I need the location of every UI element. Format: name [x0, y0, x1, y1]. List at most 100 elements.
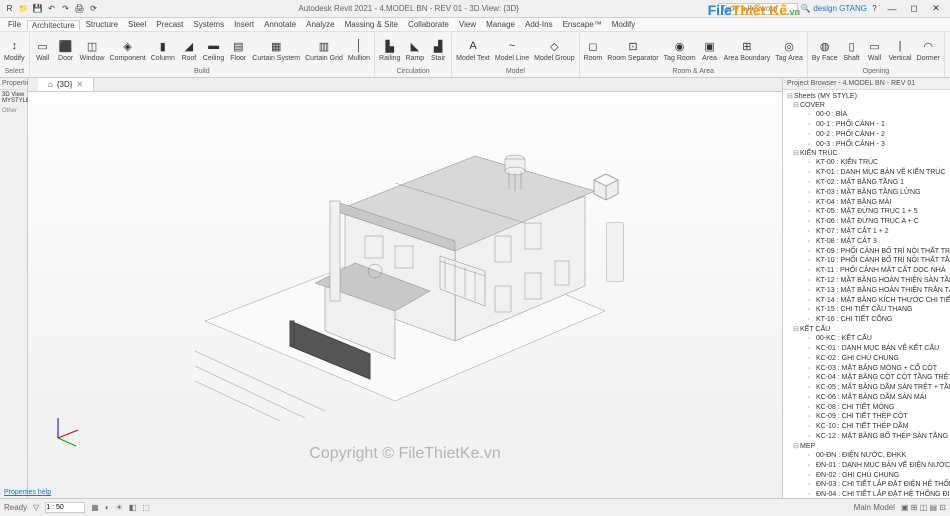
- wall-button[interactable]: ▭Wall: [864, 37, 886, 63]
- tree-node[interactable]: ▫00-0 : BÌA: [783, 110, 950, 120]
- tree-node[interactable]: ▫00-KC : KẾT CẤU: [783, 334, 950, 344]
- visual-style-icon[interactable]: ◐: [105, 503, 110, 512]
- save-icon[interactable]: 💾: [32, 3, 43, 14]
- expand-icon[interactable]: ⊟: [787, 92, 794, 101]
- tree-node[interactable]: ▫KT-05 : MẶT ĐỨNG TRỤC 1 + 5: [783, 207, 950, 217]
- tab-structure[interactable]: Structure: [82, 20, 122, 29]
- curtain-system-button[interactable]: ▦Curtain System: [250, 37, 302, 63]
- tree-node[interactable]: ▫KC-10 : CHI TIẾT THÉP DẦM: [783, 422, 950, 432]
- tab-steel[interactable]: Steel: [124, 20, 150, 29]
- roof-button[interactable]: ◢Roof: [178, 37, 200, 63]
- window-button[interactable]: ◫Window: [78, 37, 107, 63]
- tree-node[interactable]: ▫KC-02 : GHI CHÚ CHUNG: [783, 354, 950, 364]
- room-separator-button[interactable]: ⊡Room Separator: [605, 37, 660, 63]
- tree-node[interactable]: ⊟MEP: [783, 442, 950, 451]
- revit-icon[interactable]: R: [4, 3, 15, 14]
- expand-icon[interactable]: ⊟: [793, 325, 800, 334]
- tree-node[interactable]: ▫KT-00 : KIẾN TRÚC: [783, 158, 950, 168]
- tag-room-button[interactable]: ◉Tag Room: [662, 37, 698, 63]
- close-icon[interactable]: ✕: [926, 2, 946, 16]
- tree-node[interactable]: ⊟COVER: [783, 101, 950, 110]
- filter-icon[interactable]: ▽: [33, 503, 39, 512]
- tree-node[interactable]: ▫KT-12 : MẶT BẰNG HOÀN THIỆN SÀN TẦNG 1 …: [783, 276, 950, 286]
- tree-node[interactable]: ▫KC-12 : MẶT BẰNG BỐ THÉP SÀN TẦNG LỬNG …: [783, 432, 950, 442]
- sun-path-icon[interactable]: ☀: [116, 503, 123, 512]
- tree-node[interactable]: ▫KT-06 : MẶT ĐỨNG TRỤC A + C: [783, 217, 950, 227]
- tree-node[interactable]: ▫KC-01 : DANH MỤC BẢN VẼ KẾT CẤU: [783, 344, 950, 354]
- maximize-icon[interactable]: ◻: [904, 2, 924, 16]
- workset-dropdown[interactable]: Main Model: [854, 503, 895, 512]
- tab-modify[interactable]: Modify: [608, 20, 640, 29]
- vertical-button[interactable]: |Vertical: [887, 37, 914, 63]
- tree-node[interactable]: ▫00-1 : PHỐI CẢNH - 1: [783, 120, 950, 130]
- crop-icon[interactable]: ⬚: [142, 503, 150, 512]
- undo-icon[interactable]: ↶: [46, 3, 57, 14]
- 3d-viewport[interactable]: Copyright © FileThietKe.vn: [28, 92, 782, 498]
- tree-node[interactable]: ▫KC-03 : MẶT BẰNG MÓNG + CỔ CỘT: [783, 364, 950, 374]
- tab-manage[interactable]: Manage: [482, 20, 519, 29]
- tag-area-button[interactable]: ◎Tag Area: [773, 37, 805, 63]
- project-browser-tree[interactable]: ⊟Sheets (MY STYLE)⊟COVER▫00-0 : BÌA▫00-1…: [783, 90, 950, 498]
- modify-button[interactable]: ↕Modify: [2, 37, 27, 63]
- shaft-button[interactable]: ▯Shaft: [841, 37, 863, 63]
- properties-help-link[interactable]: Properties help: [4, 489, 51, 496]
- tab-architecture[interactable]: Architecture: [27, 20, 80, 30]
- model-line-button[interactable]: ~Model Line: [493, 37, 531, 63]
- wall-button[interactable]: ▭Wall: [32, 37, 54, 63]
- view-tab-3d[interactable]: ⌂ {3D} ✕: [38, 78, 94, 91]
- search-icon[interactable]: 🔍: [800, 3, 811, 14]
- tab-massing-site[interactable]: Massing & Site: [341, 20, 402, 29]
- tab-view[interactable]: View: [455, 20, 480, 29]
- area-boundary-button[interactable]: ⊞Area Boundary: [722, 37, 773, 63]
- tree-node[interactable]: ▫KT-03 : MẶT BẰNG TẦNG LỬNG: [783, 188, 950, 198]
- mullion-button[interactable]: │Mullion: [346, 37, 372, 63]
- tree-node[interactable]: ▫00-3 : PHỐI CẢNH - 3: [783, 140, 950, 150]
- tree-node[interactable]: ▫KT-01 : DANH MỤC BẢN VẼ KIẾN TRÚC: [783, 168, 950, 178]
- tree-node[interactable]: ▫KT-11 : PHỐI CẢNH MẶT CẮT DỌC NHÀ: [783, 266, 950, 276]
- tree-node[interactable]: ▫ĐN-02 : GHI CHÚ CHUNG: [783, 471, 950, 481]
- tree-node[interactable]: ▫KC-06 : MẶT BẰNG DẦM SÀN MÁI: [783, 393, 950, 403]
- tree-node[interactable]: ⊟KIẾN TRÚC: [783, 149, 950, 158]
- open-icon[interactable]: 📁: [18, 3, 29, 14]
- redo-icon[interactable]: ↷: [60, 3, 71, 14]
- tree-node[interactable]: ▫00-ĐN : ĐIỆN NƯỚC, ĐHKK: [783, 451, 950, 461]
- expand-icon[interactable]: ⊟: [793, 101, 800, 110]
- area-button[interactable]: ▣Area: [699, 37, 721, 63]
- tab-file[interactable]: File: [4, 20, 25, 29]
- expand-icon[interactable]: ⊟: [793, 442, 800, 451]
- component-button[interactable]: ◈Component: [108, 37, 148, 63]
- tree-node[interactable]: ▫KT-07 : MẶT CẮT 1 + 2: [783, 227, 950, 237]
- tab-annotate[interactable]: Annotate: [260, 20, 300, 29]
- tree-node[interactable]: ▫ĐN-01 : DANH MỤC BẢN VẼ ĐIỆN NƯỚC: [783, 461, 950, 471]
- tree-node[interactable]: ▫KC-08 : CHI TIẾT MÓNG: [783, 403, 950, 413]
- tree-node[interactable]: ▫KC-04 : MẶT BẰNG CỘT CỘT TẦNG TRỆT + TẦ…: [783, 373, 950, 383]
- tab-close-icon[interactable]: ✕: [76, 80, 83, 89]
- tree-node[interactable]: ▫KT-09 : PHỐI CẢNH BỐ TRÍ NỘI THẤT TRỆT: [783, 247, 950, 257]
- tree-node[interactable]: ▫KT-16 : CHI TIẾT CỔNG: [783, 315, 950, 325]
- stair-button[interactable]: ▟Stair: [427, 37, 449, 63]
- by-face-button[interactable]: ◍By Face: [810, 37, 840, 63]
- model-group-button[interactable]: ◇Model Group: [532, 37, 576, 63]
- minimize-icon[interactable]: —: [882, 2, 902, 16]
- tree-node[interactable]: ▫KT-04 : MẶT BẰNG MÁI: [783, 198, 950, 208]
- tree-node[interactable]: ▫KT-02 : MẶT BẰNG TẦNG 1: [783, 178, 950, 188]
- ramp-button[interactable]: ◣Ramp: [403, 37, 426, 63]
- dormer-button[interactable]: ◠Dormer: [915, 37, 942, 63]
- tab-enscape-[interactable]: Enscape™: [559, 20, 606, 29]
- tab-collaborate[interactable]: Collaborate: [404, 20, 453, 29]
- tree-node[interactable]: ▫KT-13 : MẶT BẰNG HOÀN THIỆN TRẦN TẦNG T…: [783, 286, 950, 296]
- curtain-grid-button[interactable]: ▥Curtain Grid: [303, 37, 345, 63]
- tree-node[interactable]: ⊟Sheets (MY STYLE): [783, 92, 950, 101]
- expand-icon[interactable]: ⊟: [793, 149, 800, 158]
- model-text-button[interactable]: AModel Text: [454, 37, 492, 63]
- floor-button[interactable]: ▤Floor: [227, 37, 249, 63]
- tab-add-ins[interactable]: Add-Ins: [521, 20, 557, 29]
- selection-icons[interactable]: ▣ ⊞ ◫ ▤ ⊡: [901, 503, 946, 512]
- tree-node[interactable]: ▫ĐN-04 : CHI TIẾT LẮP ĐẶT HỆ THỐNG ĐIỆN …: [783, 490, 950, 498]
- navigation-bar[interactable]: [606, 222, 624, 282]
- tab-analyze[interactable]: Analyze: [302, 20, 338, 29]
- user-label[interactable]: design GTANG: [813, 4, 867, 13]
- room-button[interactable]: ◻Room: [582, 37, 605, 63]
- sync-icon[interactable]: ⟳: [88, 3, 99, 14]
- detail-level-icon[interactable]: ▦: [91, 503, 99, 512]
